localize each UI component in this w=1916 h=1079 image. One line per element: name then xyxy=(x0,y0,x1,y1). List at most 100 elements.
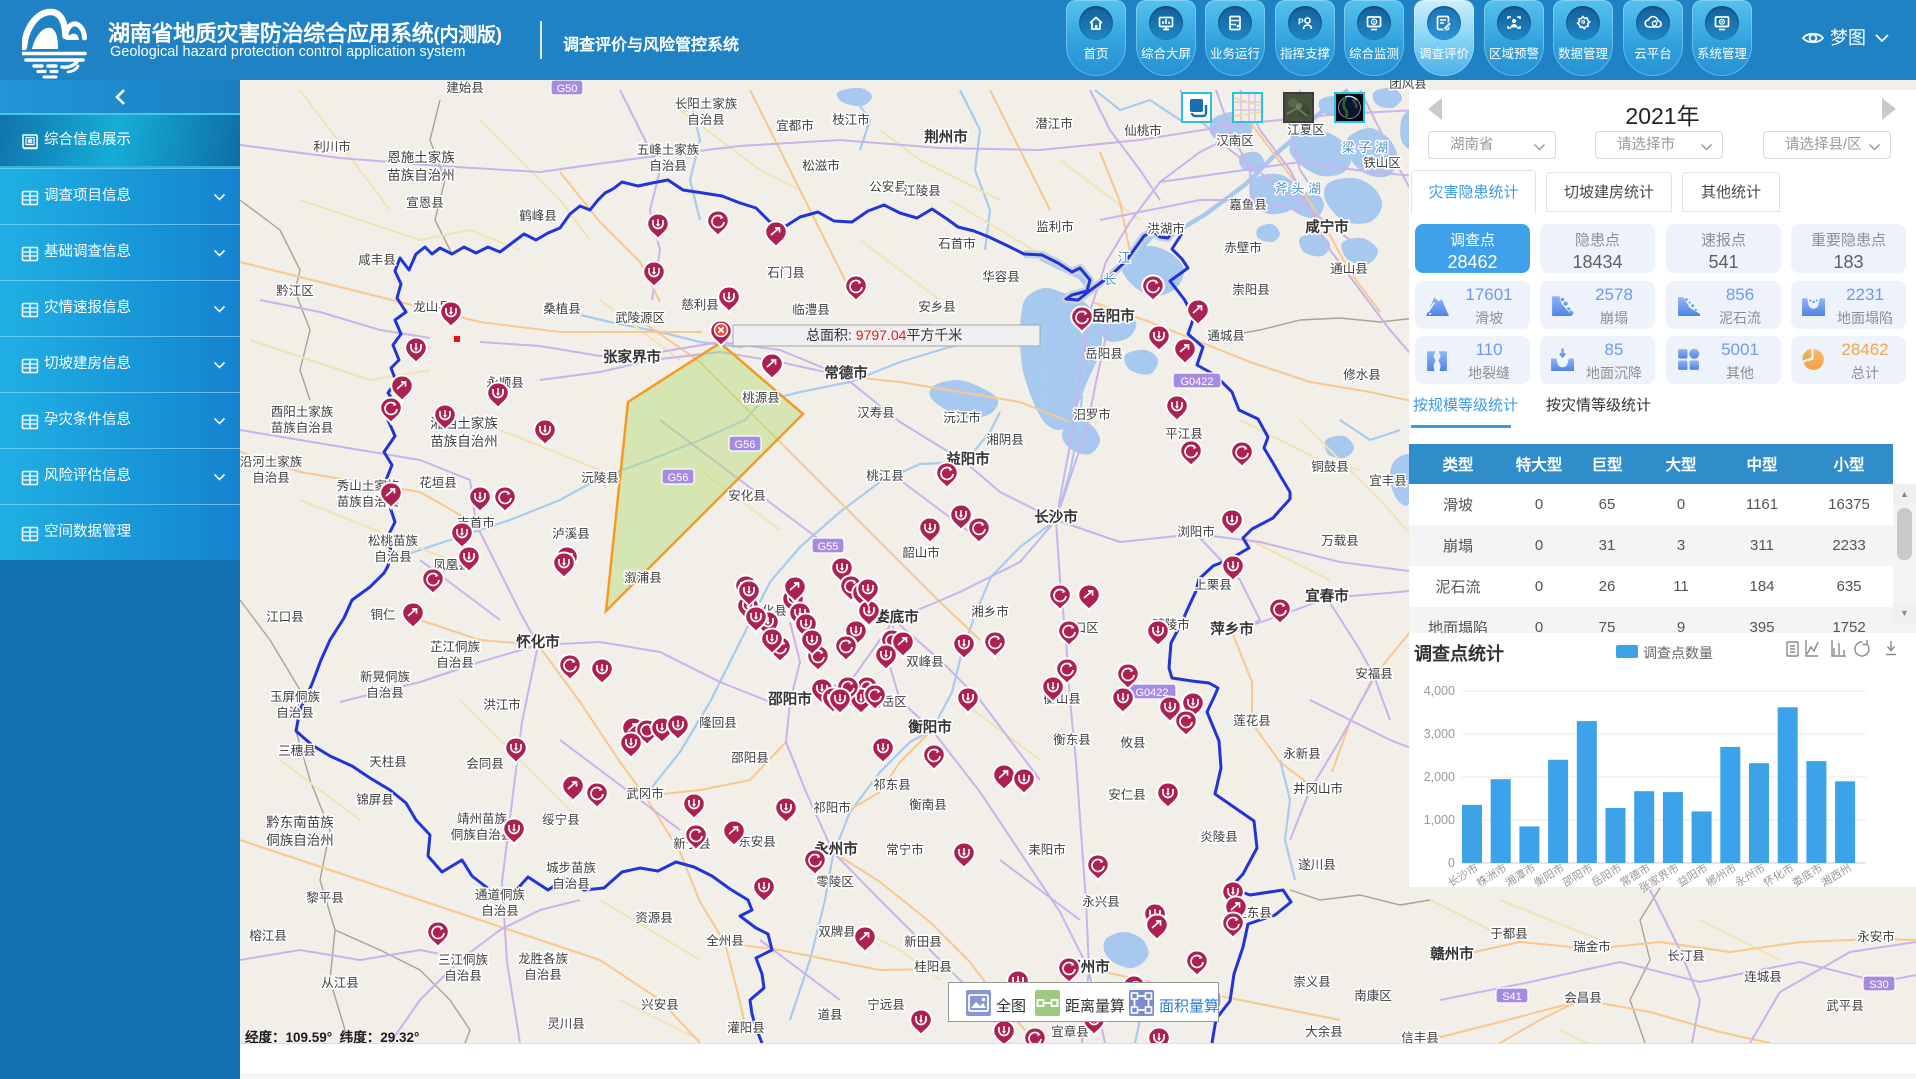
svg-text:株洲市: 株洲市 xyxy=(1474,861,1509,890)
svg-text:汉南区: 汉南区 xyxy=(1216,133,1254,148)
svg-text:安仁县: 安仁县 xyxy=(1108,787,1146,802)
svg-text:黔江区: 黔江区 xyxy=(276,283,314,298)
svg-text:咸宁市: 咸宁市 xyxy=(1305,218,1349,236)
svg-text:石门县: 石门县 xyxy=(767,265,805,280)
svg-text:桃源县: 桃源县 xyxy=(742,390,780,405)
svg-text:宜丰县: 宜丰县 xyxy=(1369,473,1407,488)
svg-text:兴安县: 兴安县 xyxy=(641,997,679,1012)
svg-text:通道侗族: 通道侗族 xyxy=(475,888,526,902)
svg-text:岳阳县: 岳阳县 xyxy=(1085,347,1123,361)
svg-text:荆州市: 荆州市 xyxy=(924,128,968,146)
svg-text:S30: S30 xyxy=(1869,979,1889,991)
svg-text:城步苗族: 城步苗族 xyxy=(546,861,597,875)
svg-text:全州县: 全州县 xyxy=(706,933,744,948)
svg-text:祁阳市: 祁阳市 xyxy=(813,800,851,815)
svg-text:湘潭市: 湘潭市 xyxy=(1502,861,1537,890)
svg-text:赣州市: 赣州市 xyxy=(1430,945,1474,963)
svg-text:天柱县: 天柱县 xyxy=(369,754,407,769)
svg-text:双牌县: 双牌县 xyxy=(818,924,856,939)
svg-text:长: 长 xyxy=(1103,272,1116,287)
svg-text:大余县: 大余县 xyxy=(1305,1024,1343,1039)
svg-text:益阳市: 益阳市 xyxy=(1675,861,1710,890)
svg-text:郴州市: 郴州市 xyxy=(1703,861,1738,890)
svg-text:自治县: 自治县 xyxy=(374,550,412,564)
svg-text:连城县: 连城县 xyxy=(1744,969,1782,984)
svg-text:永州市: 永州市 xyxy=(1732,861,1767,890)
svg-text:井冈山市: 井冈山市 xyxy=(1293,781,1343,796)
svg-text:韶山市: 韶山市 xyxy=(902,545,940,560)
svg-text:怀化市: 怀化市 xyxy=(516,633,560,651)
svg-text:莲花县: 莲花县 xyxy=(1233,713,1271,728)
svg-text:鹤峰县: 鹤峰县 xyxy=(519,208,557,223)
svg-text:会同县: 会同县 xyxy=(466,757,504,771)
svg-text:靖州苗族: 靖州苗族 xyxy=(457,812,508,826)
svg-text:恩施土家族: 恩施土家族 xyxy=(387,149,455,165)
svg-text:道县: 道县 xyxy=(817,1008,842,1022)
svg-text:耒阳市: 耒阳市 xyxy=(1028,842,1066,857)
svg-text:岳阳市: 岳阳市 xyxy=(1091,307,1135,325)
svg-text:宜春市: 宜春市 xyxy=(1305,587,1349,605)
svg-text:灌阳县: 灌阳县 xyxy=(727,1021,765,1035)
svg-text:S41: S41 xyxy=(1502,991,1522,1003)
svg-text:自治县: 自治县 xyxy=(552,877,590,891)
svg-text:祁东县: 祁东县 xyxy=(873,777,911,792)
svg-text:武陵源区: 武陵源区 xyxy=(615,311,665,325)
svg-text:永兴县: 永兴县 xyxy=(1082,895,1120,909)
svg-text:2,000: 2,000 xyxy=(1424,770,1455,784)
svg-text:江陵县: 江陵县 xyxy=(903,184,941,198)
svg-text:会昌县: 会昌县 xyxy=(1564,991,1602,1005)
svg-text:南康区: 南康区 xyxy=(1354,988,1392,1003)
svg-text:湘乡市: 湘乡市 xyxy=(971,604,1009,619)
svg-text:长汀县: 长汀县 xyxy=(1667,949,1705,963)
svg-text:自治县: 自治县 xyxy=(436,656,474,670)
svg-text:安乡县: 安乡县 xyxy=(918,299,956,314)
svg-text:溆浦县: 溆浦县 xyxy=(624,571,662,585)
svg-text:汨罗市: 汨罗市 xyxy=(1073,407,1111,422)
svg-text:岳阳市: 岳阳市 xyxy=(1589,861,1624,890)
svg-text:炎陵县: 炎陵县 xyxy=(1200,830,1238,844)
svg-text:武冈市: 武冈市 xyxy=(626,786,664,801)
svg-text:江: 江 xyxy=(1117,250,1130,265)
svg-text:衡南县: 衡南县 xyxy=(909,797,947,812)
svg-text:建始县: 建始县 xyxy=(446,81,484,95)
svg-text:张家界市: 张家界市 xyxy=(603,348,661,366)
svg-text:湘阴县: 湘阴县 xyxy=(986,432,1024,447)
svg-text:衡阳市: 衡阳市 xyxy=(908,718,952,736)
svg-text:潜江市: 潜江市 xyxy=(1035,116,1073,131)
svg-text:零陵区: 零陵区 xyxy=(816,875,854,889)
svg-text:沿河土家族: 沿河土家族 xyxy=(240,454,303,469)
svg-text:梁 子 湖: 梁 子 湖 xyxy=(1342,140,1388,155)
svg-text:万载县: 万载县 xyxy=(1321,534,1359,548)
svg-text:邵阳县: 邵阳县 xyxy=(731,751,769,765)
svg-text:长沙市: 长沙市 xyxy=(1034,508,1078,526)
svg-text:长阳土家族: 长阳土家族 xyxy=(675,96,738,111)
svg-text:黎平县: 黎平县 xyxy=(306,891,344,905)
svg-text:龙胜各族: 龙胜各族 xyxy=(518,951,569,966)
svg-text:咸丰县: 咸丰县 xyxy=(358,253,396,267)
svg-text:瑞金市: 瑞金市 xyxy=(1573,939,1611,954)
svg-text:洪湖市: 洪湖市 xyxy=(1147,221,1185,236)
svg-text:桑植县: 桑植县 xyxy=(543,301,581,316)
svg-text:崇阳县: 崇阳县 xyxy=(1232,283,1270,297)
svg-text:4,000: 4,000 xyxy=(1424,684,1455,698)
svg-text:桃江县: 桃江县 xyxy=(866,468,904,483)
svg-text:新田县: 新田县 xyxy=(904,934,942,949)
svg-text:沅江市: 沅江市 xyxy=(943,410,981,425)
svg-text:攸县: 攸县 xyxy=(1120,735,1145,750)
svg-text:自治县: 自治县 xyxy=(649,159,687,173)
svg-text:G0422: G0422 xyxy=(1135,687,1168,699)
svg-text:G0422: G0422 xyxy=(1180,376,1213,388)
svg-text:自治县: 自治县 xyxy=(276,706,314,720)
svg-text:江口县: 江口县 xyxy=(266,610,304,624)
svg-text:浏阳市: 浏阳市 xyxy=(1177,524,1215,539)
svg-text:衡东县: 衡东县 xyxy=(1053,733,1091,747)
svg-text:五峰土家族: 五峰土家族 xyxy=(637,142,700,157)
svg-text:泸溪县: 泸溪县 xyxy=(552,527,590,541)
svg-text:松桃苗族: 松桃苗族 xyxy=(368,533,419,548)
svg-text:0: 0 xyxy=(1448,856,1455,870)
svg-text:苗族自治州: 苗族自治州 xyxy=(387,168,455,183)
svg-text:灵川县: 灵川县 xyxy=(547,1017,585,1031)
svg-text:利川市: 利川市 xyxy=(313,139,351,154)
svg-text:于都县: 于都县 xyxy=(1490,927,1528,941)
svg-text:衡阳市: 衡阳市 xyxy=(1531,861,1566,890)
